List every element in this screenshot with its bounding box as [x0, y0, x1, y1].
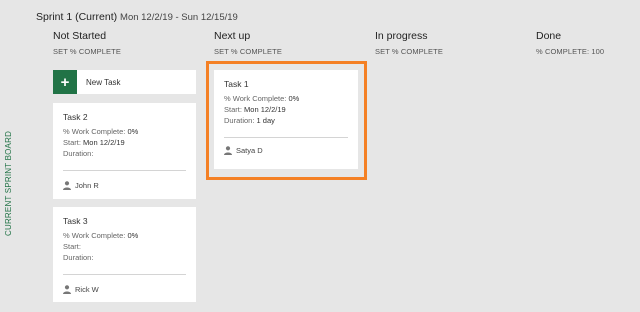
sprint-name: Sprint 1 (Current): [36, 11, 118, 23]
person-icon: [63, 285, 71, 294]
duration-line: Duration:: [63, 149, 94, 158]
card-divider: [63, 170, 186, 171]
task-card-task-2[interactable]: Task 2 % Work Complete: 0% Start: Mon 12…: [53, 103, 196, 199]
task-card-task-3[interactable]: Task 3 % Work Complete: 0% Start: Durati…: [53, 207, 196, 302]
current-sprint-board-label: CURRENT SPRINT BOARD: [4, 130, 13, 236]
card-divider: [63, 274, 186, 275]
work-complete-value: 0%: [127, 127, 139, 136]
person-icon: [63, 181, 71, 190]
plus-icon: +: [53, 70, 77, 94]
column-name: Next up: [214, 30, 251, 42]
work-complete-value: 0%: [127, 231, 139, 240]
column-percent-complete[interactable]: SET % COMPLETE: [53, 47, 203, 56]
new-task-label: New Task: [86, 77, 121, 87]
assignee: John R: [63, 181, 99, 190]
column-header-not-started: Not Started SET % COMPLETE: [53, 30, 203, 56]
sprint-title: Sprint 1 (Current) Mon 12/2/19 - Sun 12/…: [36, 11, 238, 23]
highlight-outline: [206, 61, 367, 180]
new-task-button[interactable]: + New Task: [53, 70, 196, 94]
work-complete-line: % Work Complete: 0%: [63, 127, 139, 136]
column-percent-complete[interactable]: SET % COMPLETE: [214, 47, 364, 56]
task-title: Task 2: [63, 112, 88, 122]
start-line: Start: Mon 12/2/19: [63, 138, 125, 147]
column-header-in-progress: In progress SET % COMPLETE: [375, 30, 525, 56]
duration-line: Duration:: [63, 253, 94, 262]
assignee: Rick W: [63, 285, 99, 294]
column-name: In progress: [375, 30, 428, 42]
column-header-next-up: Next up SET % COMPLETE: [214, 30, 364, 56]
column-name: Done: [536, 30, 562, 42]
column-percent-complete: % COMPLETE: 100: [536, 47, 605, 56]
column-name: Not Started: [53, 30, 107, 42]
column-header-done: Done % COMPLETE: 100: [536, 30, 640, 56]
start-value: Mon 12/2/19: [83, 138, 125, 147]
assignee-name: Rick W: [75, 285, 99, 294]
assignee-name: John R: [75, 181, 99, 190]
start-line: Start:: [63, 242, 81, 251]
column-percent-complete[interactable]: SET % COMPLETE: [375, 47, 525, 56]
task-title: Task 3: [63, 216, 88, 226]
sprint-dates: Mon 12/2/19 - Sun 12/15/19: [120, 12, 238, 23]
work-complete-line: % Work Complete: 0%: [63, 231, 139, 240]
